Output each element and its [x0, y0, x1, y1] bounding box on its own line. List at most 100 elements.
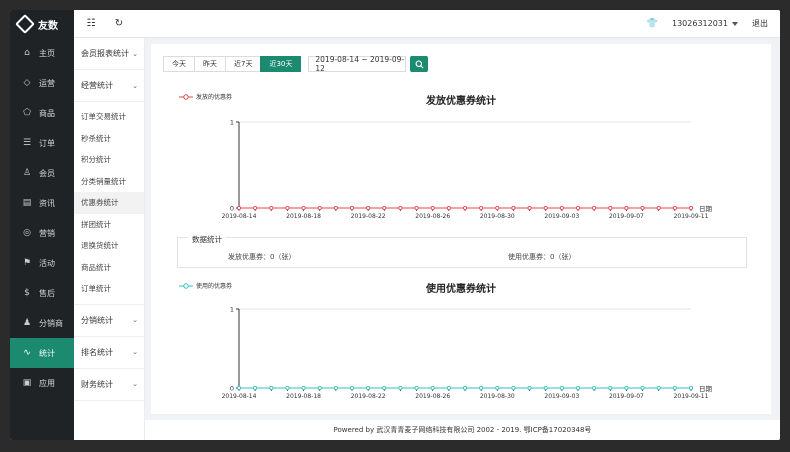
- subnav-group[interactable]: 排名统计 ⌄: [74, 337, 144, 369]
- range-button[interactable]: 近7天: [225, 56, 262, 72]
- data-point[interactable]: [446, 205, 451, 211]
- data-point[interactable]: [592, 205, 597, 211]
- data-point[interactable]: [575, 385, 581, 391]
- range-button[interactable]: 昨天: [194, 56, 226, 72]
- data-point[interactable]: [624, 385, 629, 391]
- subnav-group[interactable]: 经营统计 ⌄: [74, 70, 144, 102]
- nav-news[interactable]: ▤ 资讯: [10, 188, 74, 218]
- data-point[interactable]: [688, 205, 694, 211]
- subnav-group[interactable]: 会员报表统计 ⌄: [74, 38, 144, 70]
- data-point[interactable]: [269, 205, 274, 211]
- collapse-menu-icon[interactable]: ☷: [80, 18, 102, 29]
- data-point[interactable]: [253, 385, 258, 391]
- data-point[interactable]: [543, 205, 548, 211]
- nav-activity[interactable]: ⚑ 活动: [10, 248, 74, 278]
- data-point[interactable]: [688, 385, 694, 391]
- subnav-item[interactable]: 退换货统计: [74, 235, 144, 257]
- data-point[interactable]: [301, 205, 306, 211]
- nav-operation[interactable]: ◇ 运营: [10, 68, 74, 98]
- nav-orders[interactable]: ☰ 订单: [10, 128, 74, 158]
- data-point[interactable]: [462, 385, 468, 391]
- data-point[interactable]: [479, 385, 484, 391]
- logout-link[interactable]: 退出: [752, 18, 768, 29]
- date-range-input[interactable]: 2019-08-14 ~ 2019-09-12: [308, 55, 407, 73]
- nav-distributor[interactable]: ♟ 分销商: [10, 308, 74, 338]
- data-point[interactable]: [527, 205, 532, 211]
- data-point[interactable]: [236, 205, 242, 211]
- subnav-item[interactable]: 商品统计: [74, 257, 144, 279]
- data-point[interactable]: [236, 385, 242, 391]
- data-point[interactable]: [495, 205, 500, 211]
- data-point[interactable]: [349, 205, 355, 211]
- subnav-group[interactable]: 分销统计 ⌄: [74, 305, 144, 337]
- range-button[interactable]: 近30天: [260, 56, 302, 72]
- data-point[interactable]: [495, 385, 500, 391]
- subnav-item[interactable]: 订单交易统计: [74, 106, 144, 128]
- data-point[interactable]: [382, 205, 387, 211]
- x-tick-label: 2019-09-07: [609, 213, 644, 220]
- data-point[interactable]: [462, 205, 468, 211]
- data-point[interactable]: [575, 205, 581, 211]
- data-point[interactable]: [382, 385, 387, 391]
- data-point[interactable]: [656, 205, 661, 211]
- subnav-item[interactable]: 拼团统计: [74, 214, 144, 236]
- subnav-item[interactable]: 积分统计: [74, 149, 144, 171]
- subnav-item[interactable]: 订单统计: [74, 278, 144, 300]
- data-point[interactable]: [543, 385, 548, 391]
- data-point[interactable]: [559, 205, 564, 211]
- range-button[interactable]: 今天: [163, 56, 195, 72]
- data-point[interactable]: [527, 385, 532, 391]
- nav-marketing[interactable]: ◎ 营销: [10, 218, 74, 248]
- data-point[interactable]: [559, 385, 564, 391]
- data-point[interactable]: [640, 205, 645, 211]
- data-point[interactable]: [333, 385, 338, 391]
- data-point[interactable]: [349, 385, 355, 391]
- data-point[interactable]: [285, 385, 290, 391]
- nav-aftersale[interactable]: $ 售后: [10, 278, 74, 308]
- data-point[interactable]: [446, 385, 451, 391]
- data-point[interactable]: [414, 205, 419, 211]
- search-button[interactable]: [410, 56, 429, 72]
- data-point[interactable]: [285, 205, 290, 211]
- data-point[interactable]: [672, 205, 677, 211]
- nav-goods[interactable]: ⬠ 商品: [10, 98, 74, 128]
- data-point[interactable]: [414, 385, 419, 391]
- data-point[interactable]: [269, 385, 274, 391]
- nav-home[interactable]: ⌂ 主页: [10, 38, 74, 68]
- data-point[interactable]: [608, 205, 613, 211]
- subnav-item[interactable]: 秒杀统计: [74, 128, 144, 150]
- nav-apps[interactable]: ▣ 应用: [10, 368, 74, 398]
- nav-members[interactable]: ♙ 会员: [10, 158, 74, 188]
- nav-statistics[interactable]: ∿ 统计: [10, 338, 74, 368]
- user-dropdown[interactable]: 13026312031: [672, 19, 738, 28]
- subnav-item[interactable]: 分类销量统计: [74, 171, 144, 193]
- data-point[interactable]: [317, 205, 322, 211]
- x-tick-label: 2019-08-14: [222, 213, 257, 220]
- data-point[interactable]: [511, 205, 516, 211]
- data-point[interactable]: [301, 385, 306, 391]
- data-point[interactable]: [511, 385, 516, 391]
- data-point[interactable]: [592, 385, 597, 391]
- brand-logo[interactable]: 友数: [10, 10, 74, 38]
- data-point[interactable]: [672, 385, 677, 391]
- data-point[interactable]: [656, 385, 661, 391]
- data-point[interactable]: [366, 385, 371, 391]
- data-point[interactable]: [398, 385, 403, 391]
- data-point[interactable]: [430, 385, 435, 391]
- data-point[interactable]: [253, 205, 258, 211]
- subnav-item[interactable]: 优惠券统计: [74, 192, 144, 214]
- data-point[interactable]: [430, 205, 435, 211]
- data-point[interactable]: [398, 205, 403, 211]
- user-icon: ♙: [22, 168, 32, 178]
- data-point[interactable]: [366, 205, 371, 211]
- x-axis-label: 日期: [699, 385, 713, 393]
- shirt-icon[interactable]: 👕: [647, 19, 658, 29]
- data-point[interactable]: [479, 205, 484, 211]
- data-point[interactable]: [317, 385, 322, 391]
- subnav-group[interactable]: 财务统计 ⌄: [74, 369, 144, 401]
- data-point[interactable]: [624, 205, 629, 211]
- data-point[interactable]: [640, 385, 645, 391]
- data-point[interactable]: [608, 385, 613, 391]
- refresh-icon[interactable]: ↻: [108, 18, 130, 29]
- data-point[interactable]: [333, 205, 338, 211]
